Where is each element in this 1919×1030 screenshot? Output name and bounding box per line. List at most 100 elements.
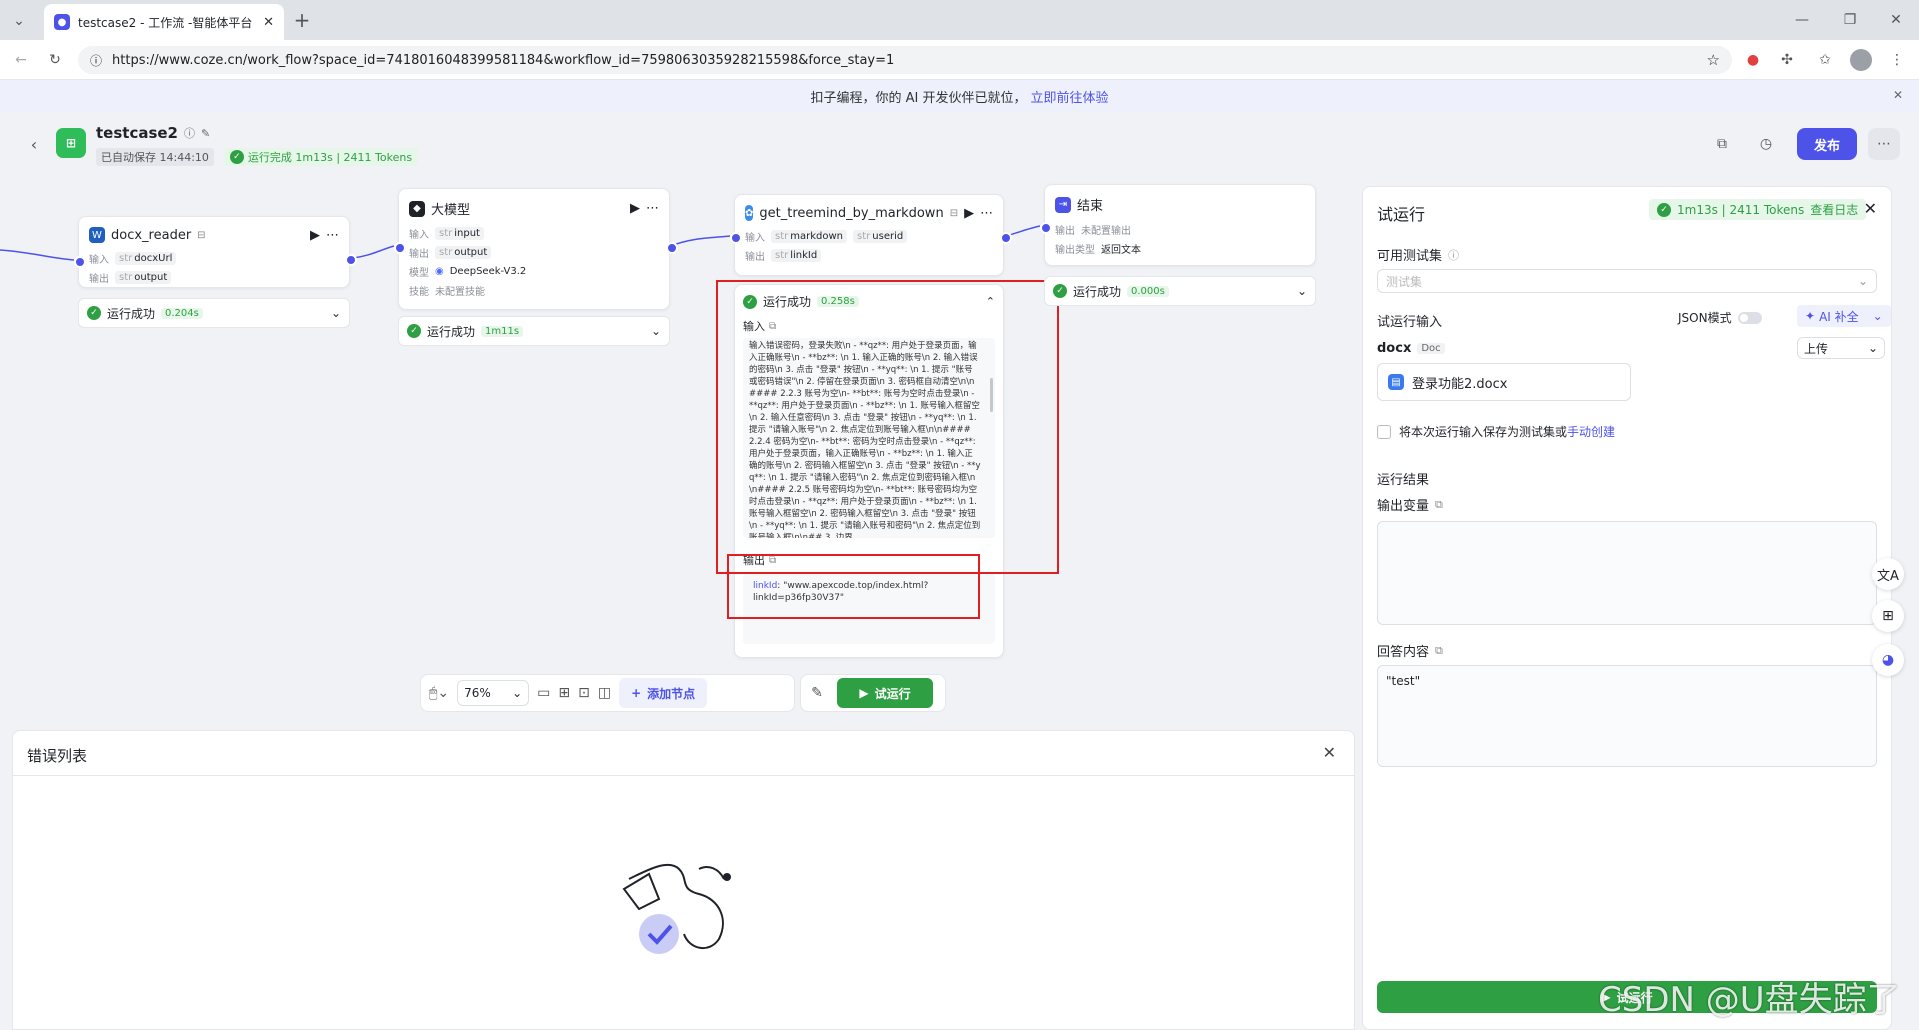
node-more-icon[interactable]: ⋯ bbox=[980, 206, 993, 221]
answer-box[interactable]: "test" bbox=[1377, 665, 1877, 767]
node-title: 结束 bbox=[1077, 199, 1104, 214]
json-mode-toggle[interactable] bbox=[1737, 311, 1762, 324]
node-more-icon[interactable]: ⋯ bbox=[646, 201, 659, 216]
uploaded-file[interactable]: ▤ 登录功能2.docx bbox=[1377, 363, 1631, 401]
tab-list-chevron-icon[interactable]: ⌄ bbox=[8, 10, 30, 32]
mouse-mode-icon[interactable]: 🖱︎⌄ bbox=[429, 685, 449, 701]
edge-docx-llm bbox=[352, 245, 395, 259]
back-arrow-icon[interactable]: ← bbox=[10, 49, 32, 71]
upload-mode-select[interactable]: 上传 ⌄ bbox=[1797, 337, 1885, 359]
banner-link[interactable]: 立即前往体验 bbox=[1030, 87, 1108, 106]
node-docx-reader[interactable]: W docx_reader ⊟ ▶ ⋯ 输入 str docxUrl 输出 str ou… bbox=[78, 216, 350, 288]
llm-out-port[interactable] bbox=[666, 242, 678, 254]
testset-placeholder: 测试集 bbox=[1386, 274, 1423, 289]
node-end[interactable]: ⇥ 结束 输出 未配置输出 输出类型 返回文本 bbox=[1044, 184, 1316, 266]
zoom-select[interactable]: 76% ⌄ bbox=[457, 680, 530, 706]
copy-icon[interactable]: ⧉ bbox=[1712, 134, 1732, 154]
assistant-icon[interactable]: ◕ bbox=[1872, 644, 1904, 676]
address-bar: ← ↻ ⓘ https://www.coze.cn/work_flow?spac… bbox=[0, 40, 1919, 80]
view-log-link[interactable]: 查看日志 bbox=[1810, 201, 1858, 218]
docx-run-result[interactable]: ✓ 运行成功 0.204s ⌄ bbox=[78, 298, 350, 328]
llm-run-result[interactable]: ✓ 运行成功 1m11s ⌄ bbox=[398, 316, 670, 346]
expand-chevron-icon[interactable]: ⌄ bbox=[651, 324, 661, 338]
copy-icon[interactable]: ⧉ bbox=[1435, 498, 1443, 512]
new-tab-icon[interactable]: + bbox=[290, 8, 314, 32]
layout-icon[interactable]: ⊞ bbox=[558, 685, 570, 701]
add-node-button[interactable]: + 添加节点 bbox=[619, 678, 708, 708]
comment-icon[interactable]: ▭ bbox=[537, 685, 550, 701]
info-icon[interactable]: ⓘ bbox=[1448, 247, 1459, 263]
run-node-icon[interactable]: ▶ bbox=[630, 201, 640, 216]
summary-text: 1m13s | 2411 Tokens bbox=[1677, 202, 1805, 217]
window-close-icon[interactable]: ✕ bbox=[1884, 8, 1908, 32]
save-testset-checkbox[interactable] bbox=[1377, 424, 1391, 439]
chevron-down-icon: ⌄ bbox=[1867, 341, 1878, 355]
node-llm[interactable]: ◆ 大模型 ▶ ⋯ 输入 str input 输出 str output 模型 ◉ Deep… bbox=[398, 188, 670, 310]
manual-create-link[interactable]: 手动创建 bbox=[1567, 423, 1615, 440]
time-badge: 0.204s bbox=[161, 307, 203, 319]
output-var-box[interactable] bbox=[1377, 521, 1877, 625]
treemind-out-port[interactable] bbox=[1000, 232, 1012, 244]
docx-in-port[interactable] bbox=[74, 256, 86, 268]
profile-avatar[interactable] bbox=[1850, 49, 1872, 71]
debug-icon[interactable]: ✎ bbox=[805, 685, 829, 701]
node-title: get_treemind_by_markdown bbox=[759, 205, 944, 221]
run-node-icon[interactable]: ▶ bbox=[310, 228, 320, 243]
minimize-icon[interactable]: — bbox=[1790, 8, 1814, 32]
end-run-result[interactable]: ✓ 运行成功 0.000s ⌄ bbox=[1044, 276, 1316, 306]
browser-tab[interactable]: ● testcase2 - 工作流 -智能体平台 ✕ bbox=[44, 4, 284, 40]
autosave-text: 已自动保存 14:44:10 bbox=[96, 148, 214, 166]
restore-icon[interactable]: ❐ bbox=[1838, 8, 1862, 32]
star-icon[interactable]: ☆ bbox=[1707, 51, 1720, 69]
json-mode-label: JSON模式 bbox=[1678, 311, 1732, 325]
row-label: 输出 bbox=[409, 249, 429, 260]
panel-close-icon[interactable]: ✕ bbox=[1864, 199, 1877, 218]
favorites-icon[interactable]: ✩ bbox=[1814, 49, 1836, 71]
edit-icon[interactable]: ✎ bbox=[201, 127, 210, 140]
image-icon[interactable]: ⊡ bbox=[578, 685, 590, 701]
copy-icon[interactable]: ⧉ bbox=[1435, 644, 1443, 658]
output-var-label: 输出变量 bbox=[1377, 499, 1430, 514]
testset-select[interactable]: 测试集 ⌄ bbox=[1377, 269, 1877, 293]
result-section-label: 运行结果 bbox=[1377, 473, 1430, 488]
treemind-in-port[interactable] bbox=[730, 232, 742, 244]
row-label: 输出类型 bbox=[1055, 245, 1095, 256]
check-icon: ✓ bbox=[1657, 202, 1671, 217]
publish-button[interactable]: 发布 bbox=[1797, 128, 1857, 160]
site-info-icon[interactable]: ⓘ bbox=[90, 52, 102, 69]
history-icon[interactable]: ◷ bbox=[1756, 134, 1776, 154]
docx-out-port[interactable] bbox=[345, 254, 357, 266]
workflow-canvas[interactable]: W docx_reader ⊟ ▶ ⋯ 输入 str docxUrl 输出 str ou… bbox=[0, 176, 1355, 730]
expand-chevron-icon[interactable]: ⌄ bbox=[1297, 284, 1307, 298]
extension-red-icon[interactable]: ● bbox=[1742, 49, 1764, 71]
input-section-label: 试运行输入 bbox=[1377, 315, 1443, 330]
minimap-icon[interactable]: ◫ bbox=[598, 685, 611, 701]
end-in-port[interactable] bbox=[1040, 222, 1052, 234]
more-icon[interactable]: ⋯ bbox=[1868, 128, 1900, 160]
node-more-icon[interactable]: ⋯ bbox=[326, 228, 339, 243]
ai-fill-button[interactable]: ✦ AI 补全 ⌄ bbox=[1797, 305, 1891, 327]
error-panel-close-icon[interactable]: ✕ bbox=[1323, 743, 1336, 762]
sparkle-icon: ✦ bbox=[1805, 309, 1816, 323]
node-info-icon[interactable]: ⊟ bbox=[950, 208, 958, 219]
node-info-icon[interactable]: ⊟ bbox=[197, 230, 205, 241]
expand-chevron-icon[interactable]: ⌄ bbox=[331, 306, 341, 320]
node-get-treemind[interactable]: ✿ get_treemind_by_markdown ⊟ ▶ ⋯ 输入 str m… bbox=[734, 194, 1004, 276]
translate-icon[interactable]: 文A bbox=[1872, 558, 1904, 590]
tab-close-icon[interactable]: ✕ bbox=[263, 15, 274, 30]
banner-close-icon[interactable]: ✕ bbox=[1893, 88, 1903, 102]
url-field[interactable]: ⓘ https://www.coze.cn/work_flow?space_id… bbox=[78, 46, 1732, 74]
run-status-badge: ✓ 运行完成 1m13s | 2411 Tokens bbox=[223, 148, 419, 166]
input-pill: str input bbox=[435, 227, 484, 240]
run-node-icon[interactable]: ▶ bbox=[964, 206, 974, 221]
llm-in-port[interactable] bbox=[394, 242, 406, 254]
browser-menu-icon[interactable]: ⋮ bbox=[1886, 49, 1908, 71]
back-chevron-icon[interactable]: ‹ bbox=[26, 134, 42, 154]
extensions-puzzle-icon[interactable]: ✣ bbox=[1776, 49, 1798, 71]
reload-icon[interactable]: ↻ bbox=[44, 49, 66, 71]
test-run-button[interactable]: ▶ 试运行 bbox=[837, 678, 933, 708]
input-pill: str userid bbox=[853, 230, 908, 243]
doc-file-icon: ▤ bbox=[1388, 374, 1404, 390]
apps-grid-icon[interactable]: ⊞ bbox=[1872, 600, 1904, 632]
info-icon[interactable]: ⓘ bbox=[184, 125, 195, 141]
